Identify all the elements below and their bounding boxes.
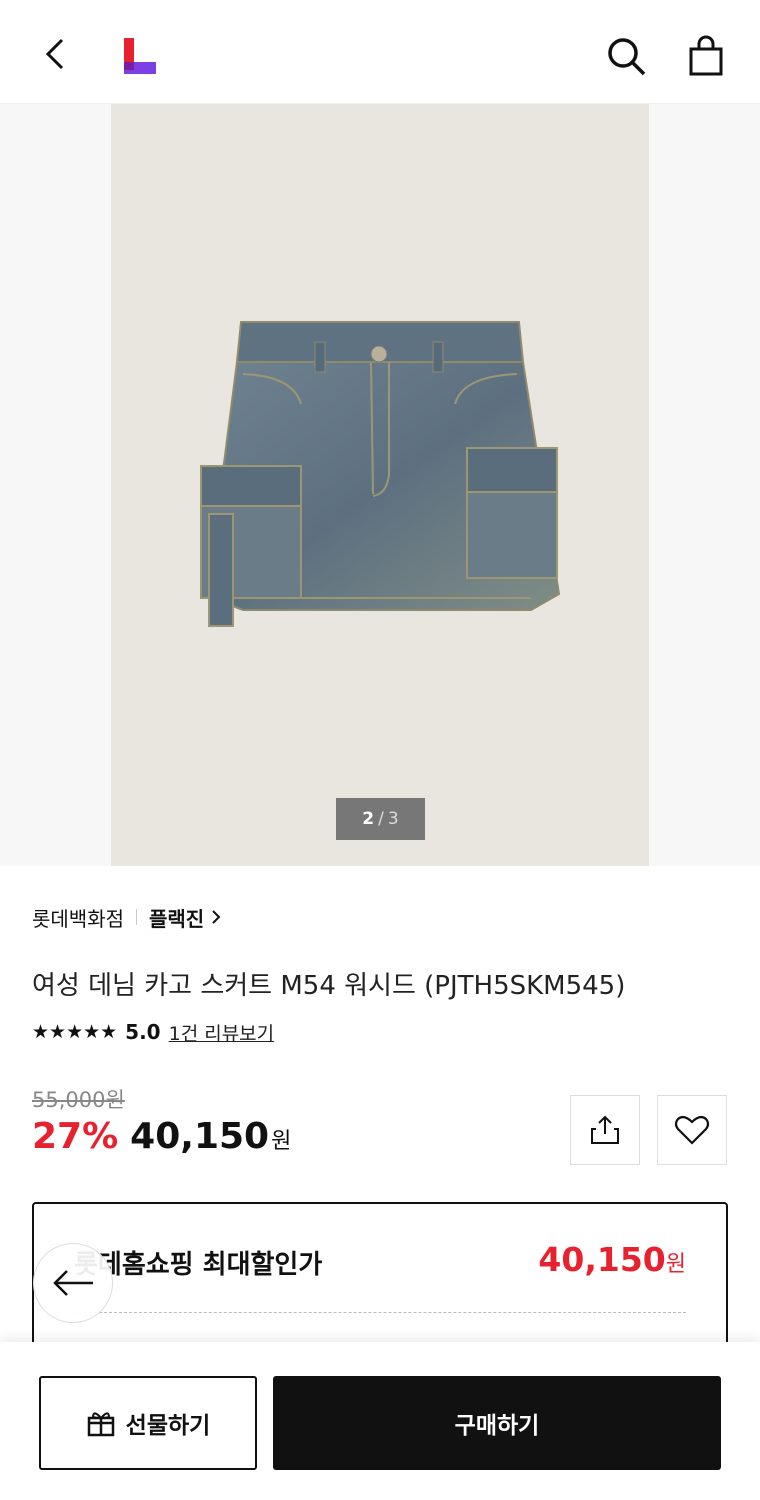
buy-button[interactable]: 구매하기	[273, 1376, 721, 1470]
share-button[interactable]	[570, 1095, 640, 1165]
chevron-right-icon[interactable]	[210, 909, 222, 925]
gift-icon	[87, 1412, 114, 1437]
image-counter: 2 / 3	[336, 798, 425, 840]
buy-label: 구매하기	[454, 1413, 540, 1439]
chevron-left-icon[interactable]	[36, 34, 76, 74]
shopping-bag-icon[interactable]	[684, 34, 728, 78]
divider	[136, 909, 137, 925]
brand-link[interactable]: 플랙진	[149, 903, 204, 932]
search-icon[interactable]	[604, 34, 648, 78]
best-price-value: 40,150	[538, 1240, 666, 1279]
sale-price: 40,150	[130, 1116, 270, 1157]
star-rating-icon: ★★★★★	[32, 1021, 118, 1043]
best-price-currency: 원	[665, 1252, 686, 1277]
original-price: 55,000원	[32, 1088, 125, 1112]
review-link[interactable]: 1건 리뷰보기	[169, 1019, 275, 1046]
top-navigation-bar	[0, 0, 760, 104]
lotte-logo[interactable]	[118, 36, 158, 78]
product-photo[interactable]	[111, 104, 649, 866]
arrow-left-icon	[53, 1270, 93, 1296]
product-title: 여성 데님 카고 스커트 M54 워시드 (PJTH5SKM545)	[32, 971, 626, 1001]
rating-row: ★★★★★ 5.0 1건 리뷰보기	[32, 1016, 274, 1048]
sale-price-row: 27% 40,150 원	[32, 1116, 291, 1164]
heart-icon	[674, 1115, 710, 1145]
price-currency: 원	[271, 1129, 292, 1154]
product-image-gallery[interactable]: 2 / 3	[0, 104, 760, 866]
store-breadcrumb: 롯데백화점 플랙진	[32, 902, 222, 932]
store-name: 롯데백화점	[32, 906, 124, 931]
best-price-amount: 40,150원	[538, 1240, 686, 1279]
share-icon	[591, 1115, 619, 1144]
gift-label: 선물하기	[125, 1413, 211, 1439]
gift-button[interactable]: 선물하기	[39, 1376, 257, 1470]
bottom-action-bar: 선물하기 구매하기	[0, 1342, 760, 1500]
wishlist-button[interactable]	[657, 1095, 727, 1165]
image-counter-current: 2	[362, 809, 375, 829]
image-counter-separator: /	[378, 809, 384, 829]
dashed-divider	[74, 1312, 686, 1313]
discount-rate: 27%	[32, 1116, 119, 1157]
floating-back-button[interactable]	[33, 1243, 113, 1323]
image-counter-total: 3	[387, 809, 399, 829]
rating-score: 5.0	[125, 1020, 161, 1044]
